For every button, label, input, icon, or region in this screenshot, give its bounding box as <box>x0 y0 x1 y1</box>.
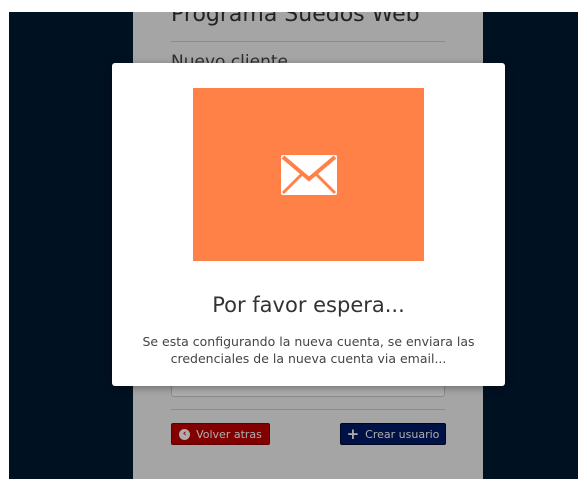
modal-message: Se esta configurando la nueva cuenta, se… <box>142 334 475 366</box>
loading-modal: Por favor espera... Se esta configurando… <box>112 63 505 386</box>
envelope-icon <box>280 154 337 195</box>
modal-title: Por favor espera... <box>212 293 405 317</box>
modal-image <box>193 88 424 261</box>
app-viewport: Programa Suedos Web Nuevo cliente ‹ Volv… <box>9 12 578 479</box>
